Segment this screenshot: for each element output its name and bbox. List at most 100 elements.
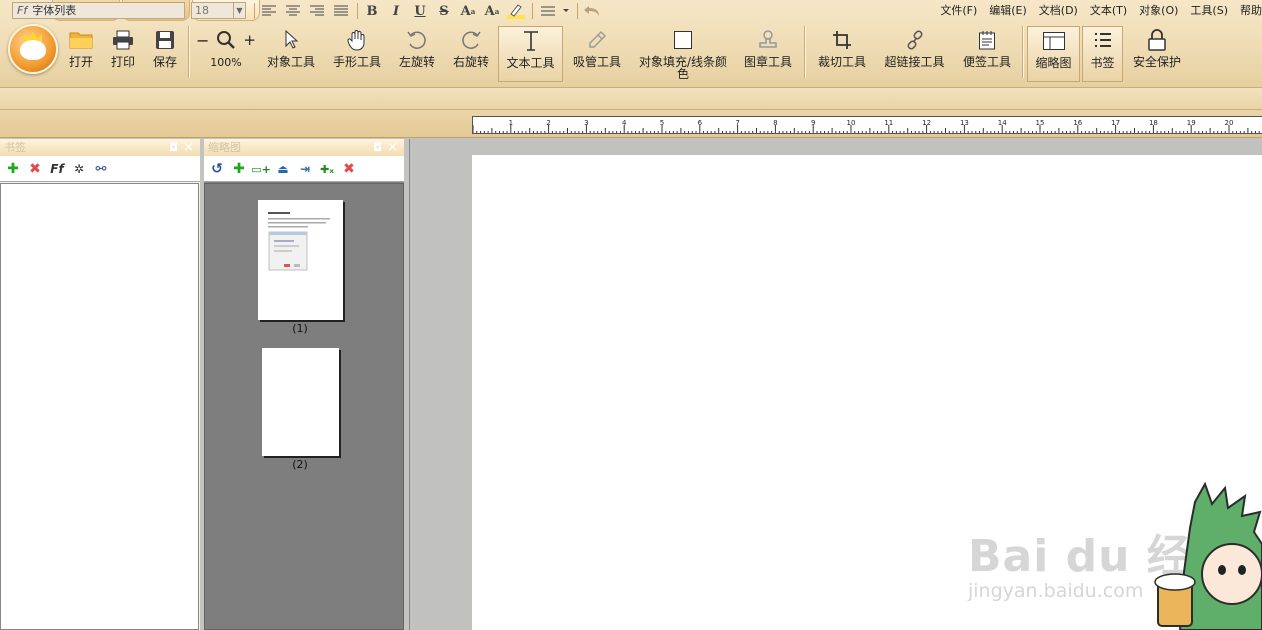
text-tool-button[interactable]: 文本工具: [498, 26, 563, 82]
folder-icon: [64, 28, 98, 52]
eyedropper-icon: [571, 28, 623, 52]
save-button[interactable]: 保存: [150, 28, 180, 76]
bookmarks-toggle-button[interactable]: 书签: [1082, 26, 1123, 82]
ruler-label: 15: [1036, 119, 1045, 127]
insert-blank-page-icon[interactable]: ▭+: [251, 161, 271, 177]
thumbnail-list: (1) (2): [204, 183, 404, 630]
menu-edit[interactable]: 编辑(E): [989, 2, 1027, 18]
rotate-right-button[interactable]: 右旋转: [451, 28, 491, 76]
ruler-label: 6: [698, 119, 703, 127]
zoom-in-icon[interactable]: +: [243, 31, 256, 49]
bookmark-list[interactable]: [0, 183, 199, 630]
note-tool-button[interactable]: 便签工具: [961, 28, 1013, 76]
close-icon[interactable]: ×: [183, 139, 194, 156]
menu-object[interactable]: 对象(O): [1139, 2, 1178, 18]
ruler-label: 13: [960, 119, 969, 127]
print-button[interactable]: 打印: [107, 28, 139, 76]
pin-icon[interactable]: ◘: [169, 139, 178, 156]
bookmark-font-icon[interactable]: Ff: [49, 161, 65, 177]
app-logo[interactable]: [8, 24, 58, 74]
zoom-out-icon[interactable]: −: [196, 31, 209, 50]
thumbnail-toolbar: ↺ ✚ ▭+ ⏏ ⇥ ✚ₓ ✖: [204, 156, 404, 182]
ruler-label: 10: [847, 119, 856, 127]
highlighter-icon[interactable]: [507, 2, 525, 20]
menu-document[interactable]: 文档(D): [1039, 2, 1078, 18]
chevron-down-icon: ▼: [233, 3, 245, 18]
page-thumbnail-1[interactable]: [258, 200, 343, 320]
mascot-sticker-icon: [1154, 482, 1262, 630]
thumbnails-toggle-button[interactable]: 缩略图: [1027, 26, 1080, 82]
align-center-icon[interactable]: [284, 2, 302, 20]
ruler-label: 5: [660, 119, 664, 127]
mascot-icon: [20, 40, 46, 60]
insert-page-icon[interactable]: ✚: [231, 161, 247, 177]
menu-file[interactable]: 文件(F): [940, 2, 977, 18]
link-icon: [882, 28, 947, 52]
ruler-label: 17: [1111, 119, 1120, 127]
page-thumbnail-label: (1): [292, 322, 308, 335]
ruler-label: 8: [773, 119, 777, 127]
crop-icon: [816, 28, 868, 52]
add-bookmark-icon[interactable]: ✚: [5, 161, 21, 177]
binoculars-icon[interactable]: ⚯: [93, 161, 109, 177]
page-thumbnail-2[interactable]: [262, 348, 339, 456]
subscript-icon[interactable]: Aa: [483, 2, 501, 20]
ruler-label: 1: [509, 119, 513, 127]
ruler-label: 14: [998, 119, 1007, 127]
export-page-icon[interactable]: ⇥: [297, 161, 313, 177]
font-list-select[interactable]: Ff 字体列表: [12, 2, 185, 19]
floppy-disk-icon: [150, 28, 180, 52]
rotate-left-button[interactable]: 左旋转: [397, 28, 437, 76]
security-button[interactable]: 安全保护: [1130, 28, 1184, 76]
magic-wand-icon[interactable]: ✲: [71, 161, 87, 177]
hyperlink-tool-button[interactable]: 超链接工具: [882, 28, 947, 76]
hand-tool-button[interactable]: 手形工具: [331, 28, 383, 76]
close-icon[interactable]: ×: [387, 139, 398, 156]
sticky-note-icon: [961, 28, 1013, 52]
delete-bookmark-icon[interactable]: ✖: [27, 161, 43, 177]
menu-bar: 文件(F) 编辑(E) 文档(D) 文本(T) 对象(O) 工具(S) 帮助: [940, 2, 1262, 18]
eyedropper-tool-button[interactable]: 吸管工具: [571, 28, 623, 76]
page-thumbnail-label: (2): [292, 458, 308, 471]
stamp-tool-button[interactable]: 图章工具: [742, 28, 794, 76]
align-left-icon[interactable]: [260, 2, 278, 20]
divider: [254, 3, 255, 19]
ruler-label: 4: [622, 119, 627, 127]
strikethrough-icon[interactable]: S: [435, 2, 453, 20]
menu-tools[interactable]: 工具(S): [1190, 2, 1228, 18]
align-right-icon[interactable]: [308, 2, 326, 20]
ruler-label: 11: [884, 119, 893, 127]
italic-icon[interactable]: I: [387, 2, 405, 20]
font-size-select[interactable]: 18 ▼: [191, 2, 246, 19]
ruler-label: 7: [735, 119, 739, 127]
ruler-label: 9: [811, 119, 815, 127]
menu-text[interactable]: 文本(T): [1090, 2, 1127, 18]
pointer-icon: [265, 28, 317, 52]
divider: [577, 3, 578, 19]
align-justify-icon[interactable]: [332, 2, 350, 20]
ruler-label: 12: [922, 119, 931, 127]
undo-icon[interactable]: [583, 2, 601, 20]
ruler-label: 19: [1187, 119, 1196, 127]
delete-page-icon[interactable]: ✖: [341, 161, 357, 177]
menu-help[interactable]: 帮助: [1240, 2, 1262, 18]
object-tool-button[interactable]: 对象工具: [265, 28, 317, 76]
divider: [188, 26, 189, 78]
pin-icon[interactable]: ◘: [373, 139, 382, 156]
superscript-icon[interactable]: Aa: [459, 2, 477, 20]
open-button[interactable]: 打开: [64, 28, 98, 76]
rotate-page-icon[interactable]: ↺: [209, 161, 225, 177]
line-spacing-icon[interactable]: [540, 2, 572, 20]
extract-page-icon[interactable]: ⏏: [275, 161, 291, 177]
divider: [532, 3, 533, 19]
bold-icon[interactable]: B: [363, 2, 381, 20]
remove-page-icon[interactable]: ✚ₓ: [319, 161, 335, 177]
crop-tool-button[interactable]: 裁切工具: [816, 28, 868, 76]
magnifier-icon[interactable]: [216, 30, 236, 50]
horizontal-ruler: 1 2 3 4 5 6 7 8 9 10 11 12 13 14 15 16 17 18 19 20: [472, 116, 1262, 134]
underline-icon[interactable]: U: [411, 2, 429, 20]
ruler-label: 3: [584, 119, 588, 127]
zoom-level[interactable]: 100%: [194, 56, 258, 69]
lock-icon: [1130, 28, 1184, 52]
fill-stroke-color-button[interactable]: 对象填充/线条颜色: [636, 28, 730, 80]
